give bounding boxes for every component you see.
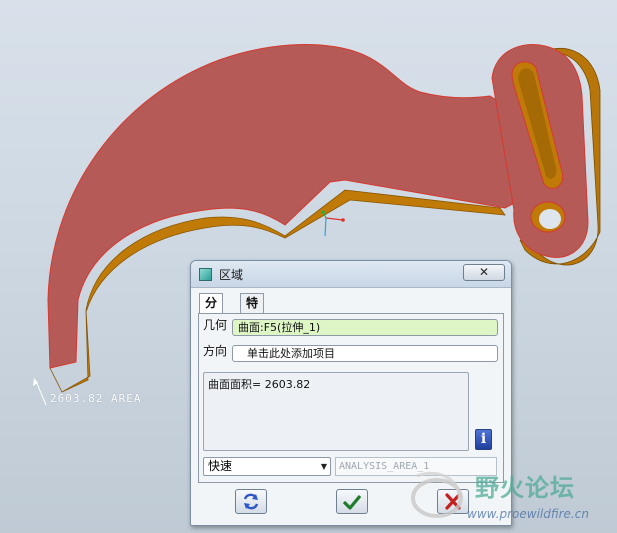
mode-select[interactable]: 快速 ▼ <box>203 457 331 476</box>
chevron-down-icon: ▼ <box>320 462 327 471</box>
direction-label: 方向 <box>203 344 228 358</box>
repeat-icon <box>243 493 259 510</box>
dialog-titlebar[interactable]: 区域 ✕ <box>191 261 511 288</box>
checkmark-icon <box>342 494 362 510</box>
geometry-field[interactable]: 曲面:F5(拉伸_1) <box>232 319 498 336</box>
mode-select-value: 快速 <box>208 459 233 473</box>
dialog-title: 区域 <box>219 268 244 282</box>
geometry-label: 几何 <box>203 318 228 332</box>
close-button[interactable]: ✕ <box>463 264 505 281</box>
info-icon[interactable]: i <box>475 429 492 450</box>
cancel-button[interactable] <box>437 489 469 514</box>
ok-button[interactable] <box>336 489 368 514</box>
tab-analysis[interactable]: 分析 <box>199 293 224 329</box>
repeat-button[interactable] <box>235 489 267 514</box>
result-box: 曲面面积= 2603.82 <box>203 372 469 451</box>
round-hole-inner <box>539 209 561 229</box>
cancel-icon <box>445 493 461 510</box>
direction-field[interactable]: 单击此处添加项目 <box>232 345 498 362</box>
annotation-leader <box>33 378 47 406</box>
dialog-app-icon <box>199 268 212 281</box>
analysis-name-input[interactable]: ANALYSIS_AREA_1 <box>335 457 497 476</box>
area-annotation: 2603.82 AREA <box>50 392 142 405</box>
analysis-panel: 几何 曲面:F5(拉伸_1) 方向 单击此处添加项目 曲面面积= 2603.82… <box>198 313 504 483</box>
area-dialog: 区域 ✕ 分析 特征 几何 曲面:F5(拉伸_1) 方向 单击此处添加项目 曲面… <box>190 260 512 526</box>
tab-feature[interactable]: 特征 <box>240 293 265 329</box>
